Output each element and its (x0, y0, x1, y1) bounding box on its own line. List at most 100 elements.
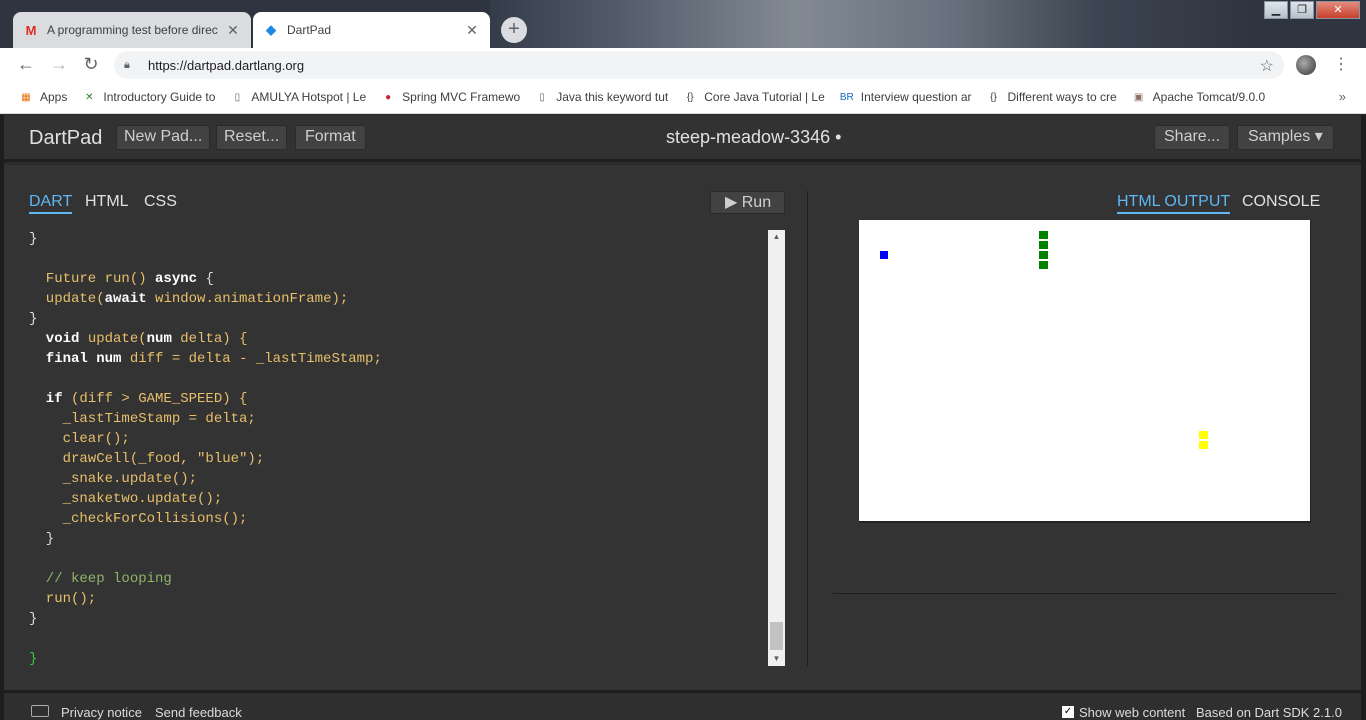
bookmark-item[interactable]: ▯ Java this keyword tut (534, 89, 668, 105)
privacy-notice-link[interactable]: Privacy notice (61, 705, 142, 720)
tab-html-output[interactable]: HTML OUTPUT (1117, 193, 1231, 214)
code-line: drawCell(_food, "blue"); (29, 449, 767, 469)
code-token: await (104, 291, 147, 307)
bookmark-icon: {} (990, 91, 997, 103)
code-token: } (29, 231, 38, 247)
reload-icon[interactable]: ↻ (80, 54, 102, 76)
run-button[interactable]: ▶ Run (710, 191, 785, 214)
address-bar[interactable]: 🔒︎ https://dartpad.dartlang.org ☆ (114, 51, 1284, 79)
code-line: // keep looping (29, 569, 767, 589)
code-line: Future run() async { (29, 269, 767, 289)
code-token: } (29, 311, 38, 327)
code-token: // keep looping (29, 571, 172, 587)
code-line: _snaketwo.update(); (29, 489, 767, 509)
bookmark-item[interactable]: ▣ Apache Tomcat/9.0.0 (1131, 89, 1265, 105)
scrollbar-thumb[interactable] (770, 622, 783, 650)
close-tab-icon[interactable]: ✕ (464, 22, 480, 39)
bookmark-item[interactable]: ✕ Introductory Guide to (81, 89, 215, 105)
reset-button[interactable]: Reset... (216, 125, 288, 150)
game-canvas[interactable] (859, 220, 1311, 523)
show-web-content-checkbox[interactable]: ✓ (1062, 706, 1074, 718)
keyboard-icon[interactable] (31, 705, 49, 717)
code-token: _checkForCollisions(); (29, 511, 248, 527)
editor-scrollbar[interactable]: ▲ ▼ (768, 230, 785, 666)
code-token: update( (79, 331, 147, 347)
bookmark-icon: ▯ (539, 91, 545, 103)
code-token: num (146, 331, 172, 347)
bookmark-item[interactable]: ▦ Apps (18, 89, 67, 105)
sdk-version: Based on Dart SDK 2.1.0 (1196, 705, 1342, 720)
format-button[interactable]: Format (295, 125, 366, 150)
back-arrow-icon[interactable]: ← (15, 54, 37, 76)
tab-gmail[interactable]: M A programming test before direc ✕ (13, 12, 251, 48)
code-token: _snake.update(); (29, 471, 198, 487)
output-divider (833, 593, 1337, 594)
code-token: clear(); (29, 431, 130, 447)
scroll-down-arrow-icon[interactable]: ▼ (768, 652, 785, 666)
code-token: _snaketwo.update(); (29, 491, 223, 507)
code-token: window.animationFrame); (146, 291, 349, 307)
show-web-content-label: Show web content (1079, 705, 1186, 720)
share-button[interactable]: Share... (1154, 125, 1231, 150)
dartpad-header: DartPad New Pad... Reset... Format steep… (4, 115, 1361, 162)
bookmark-item[interactable]: ● Spring MVC Framewo (380, 89, 520, 105)
bookmark-item[interactable]: ▯ AMULYA Hotspot | Le (229, 89, 367, 105)
code-line: } (29, 609, 767, 629)
tab-dart[interactable]: DART (29, 193, 73, 214)
tab-title: A programming test before direc (47, 23, 218, 37)
close-tab-icon[interactable]: ✕ (225, 22, 241, 39)
menu-dots-icon[interactable]: ⋮ (1333, 54, 1349, 74)
code-token: Future run() (29, 271, 156, 287)
new-tab-button[interactable]: + (501, 17, 527, 43)
profile-avatar[interactable] (1296, 55, 1316, 75)
food-cell (880, 251, 888, 259)
desktop-background (490, 0, 1250, 48)
close-window-button[interactable]: ✕ (1316, 1, 1360, 19)
tab-html[interactable]: HTML (85, 193, 129, 211)
bookmark-icon: ✕ (85, 91, 94, 103)
minimize-button[interactable]: ▁ (1264, 1, 1288, 19)
code-line: update(await window.animationFrame); (29, 289, 767, 309)
code-line: } (29, 229, 767, 249)
new-pad-button[interactable]: New Pad... (116, 125, 211, 150)
code-editor[interactable]: } Future run() async { update(await wind… (29, 229, 767, 669)
bookmark-icon: {} (686, 91, 694, 103)
window-edge-right (1361, 115, 1366, 720)
bookmark-icon: ▣ (1133, 91, 1144, 103)
send-feedback-link[interactable]: Send feedback (155, 705, 242, 720)
code-token: } (29, 531, 55, 547)
bookmark-icon: ▯ (234, 91, 241, 103)
code-line: final num diff = delta - _lastTimeStamp; (29, 349, 767, 369)
forward-arrow-icon[interactable]: → (48, 54, 70, 76)
code-line: void update(num delta) { (29, 329, 767, 349)
dart-icon: ◆ (266, 22, 276, 37)
scroll-up-arrow-icon[interactable]: ▲ (768, 230, 785, 244)
code-token: (diff > GAME_SPEED) { (62, 391, 248, 407)
dartpad-main: DART HTML CSS ▶ Run } Future run() async… (4, 165, 1361, 690)
tab-css[interactable]: CSS (144, 193, 177, 211)
bookmark-icon: ▦ (21, 91, 31, 103)
code-line: clear(); (29, 429, 767, 449)
tab-dartpad[interactable]: ◆ DartPad ✕ (253, 12, 490, 48)
bookmark-label: Apps (40, 90, 68, 104)
samples-dropdown[interactable]: Samples ▾ (1237, 125, 1334, 150)
code-token: delta) { (171, 331, 248, 347)
maximize-button[interactable]: ❐ (1290, 1, 1314, 19)
bookmark-item[interactable]: {} Core Java Tutorial | Le (682, 89, 825, 105)
code-line: } (29, 649, 767, 669)
tab-title: DartPad (287, 23, 332, 37)
tab-console[interactable]: CONSOLE (1242, 193, 1320, 211)
code-token: run(); (29, 591, 97, 607)
bookmark-item[interactable]: BR Interview question ar (839, 89, 972, 105)
panel-divider[interactable] (807, 191, 808, 666)
bookmark-item[interactable]: {} Different ways to cre (986, 89, 1117, 105)
bookmarks-more-icon[interactable]: » (1339, 89, 1346, 104)
bookmark-star-icon[interactable]: ☆ (1260, 56, 1274, 76)
bookmark-label: Introductory Guide to (103, 90, 216, 104)
code-line: } (29, 309, 767, 329)
bookmark-icon: ● (385, 91, 392, 103)
code-token: diff = delta - _lastTimeStamp; (121, 351, 382, 367)
